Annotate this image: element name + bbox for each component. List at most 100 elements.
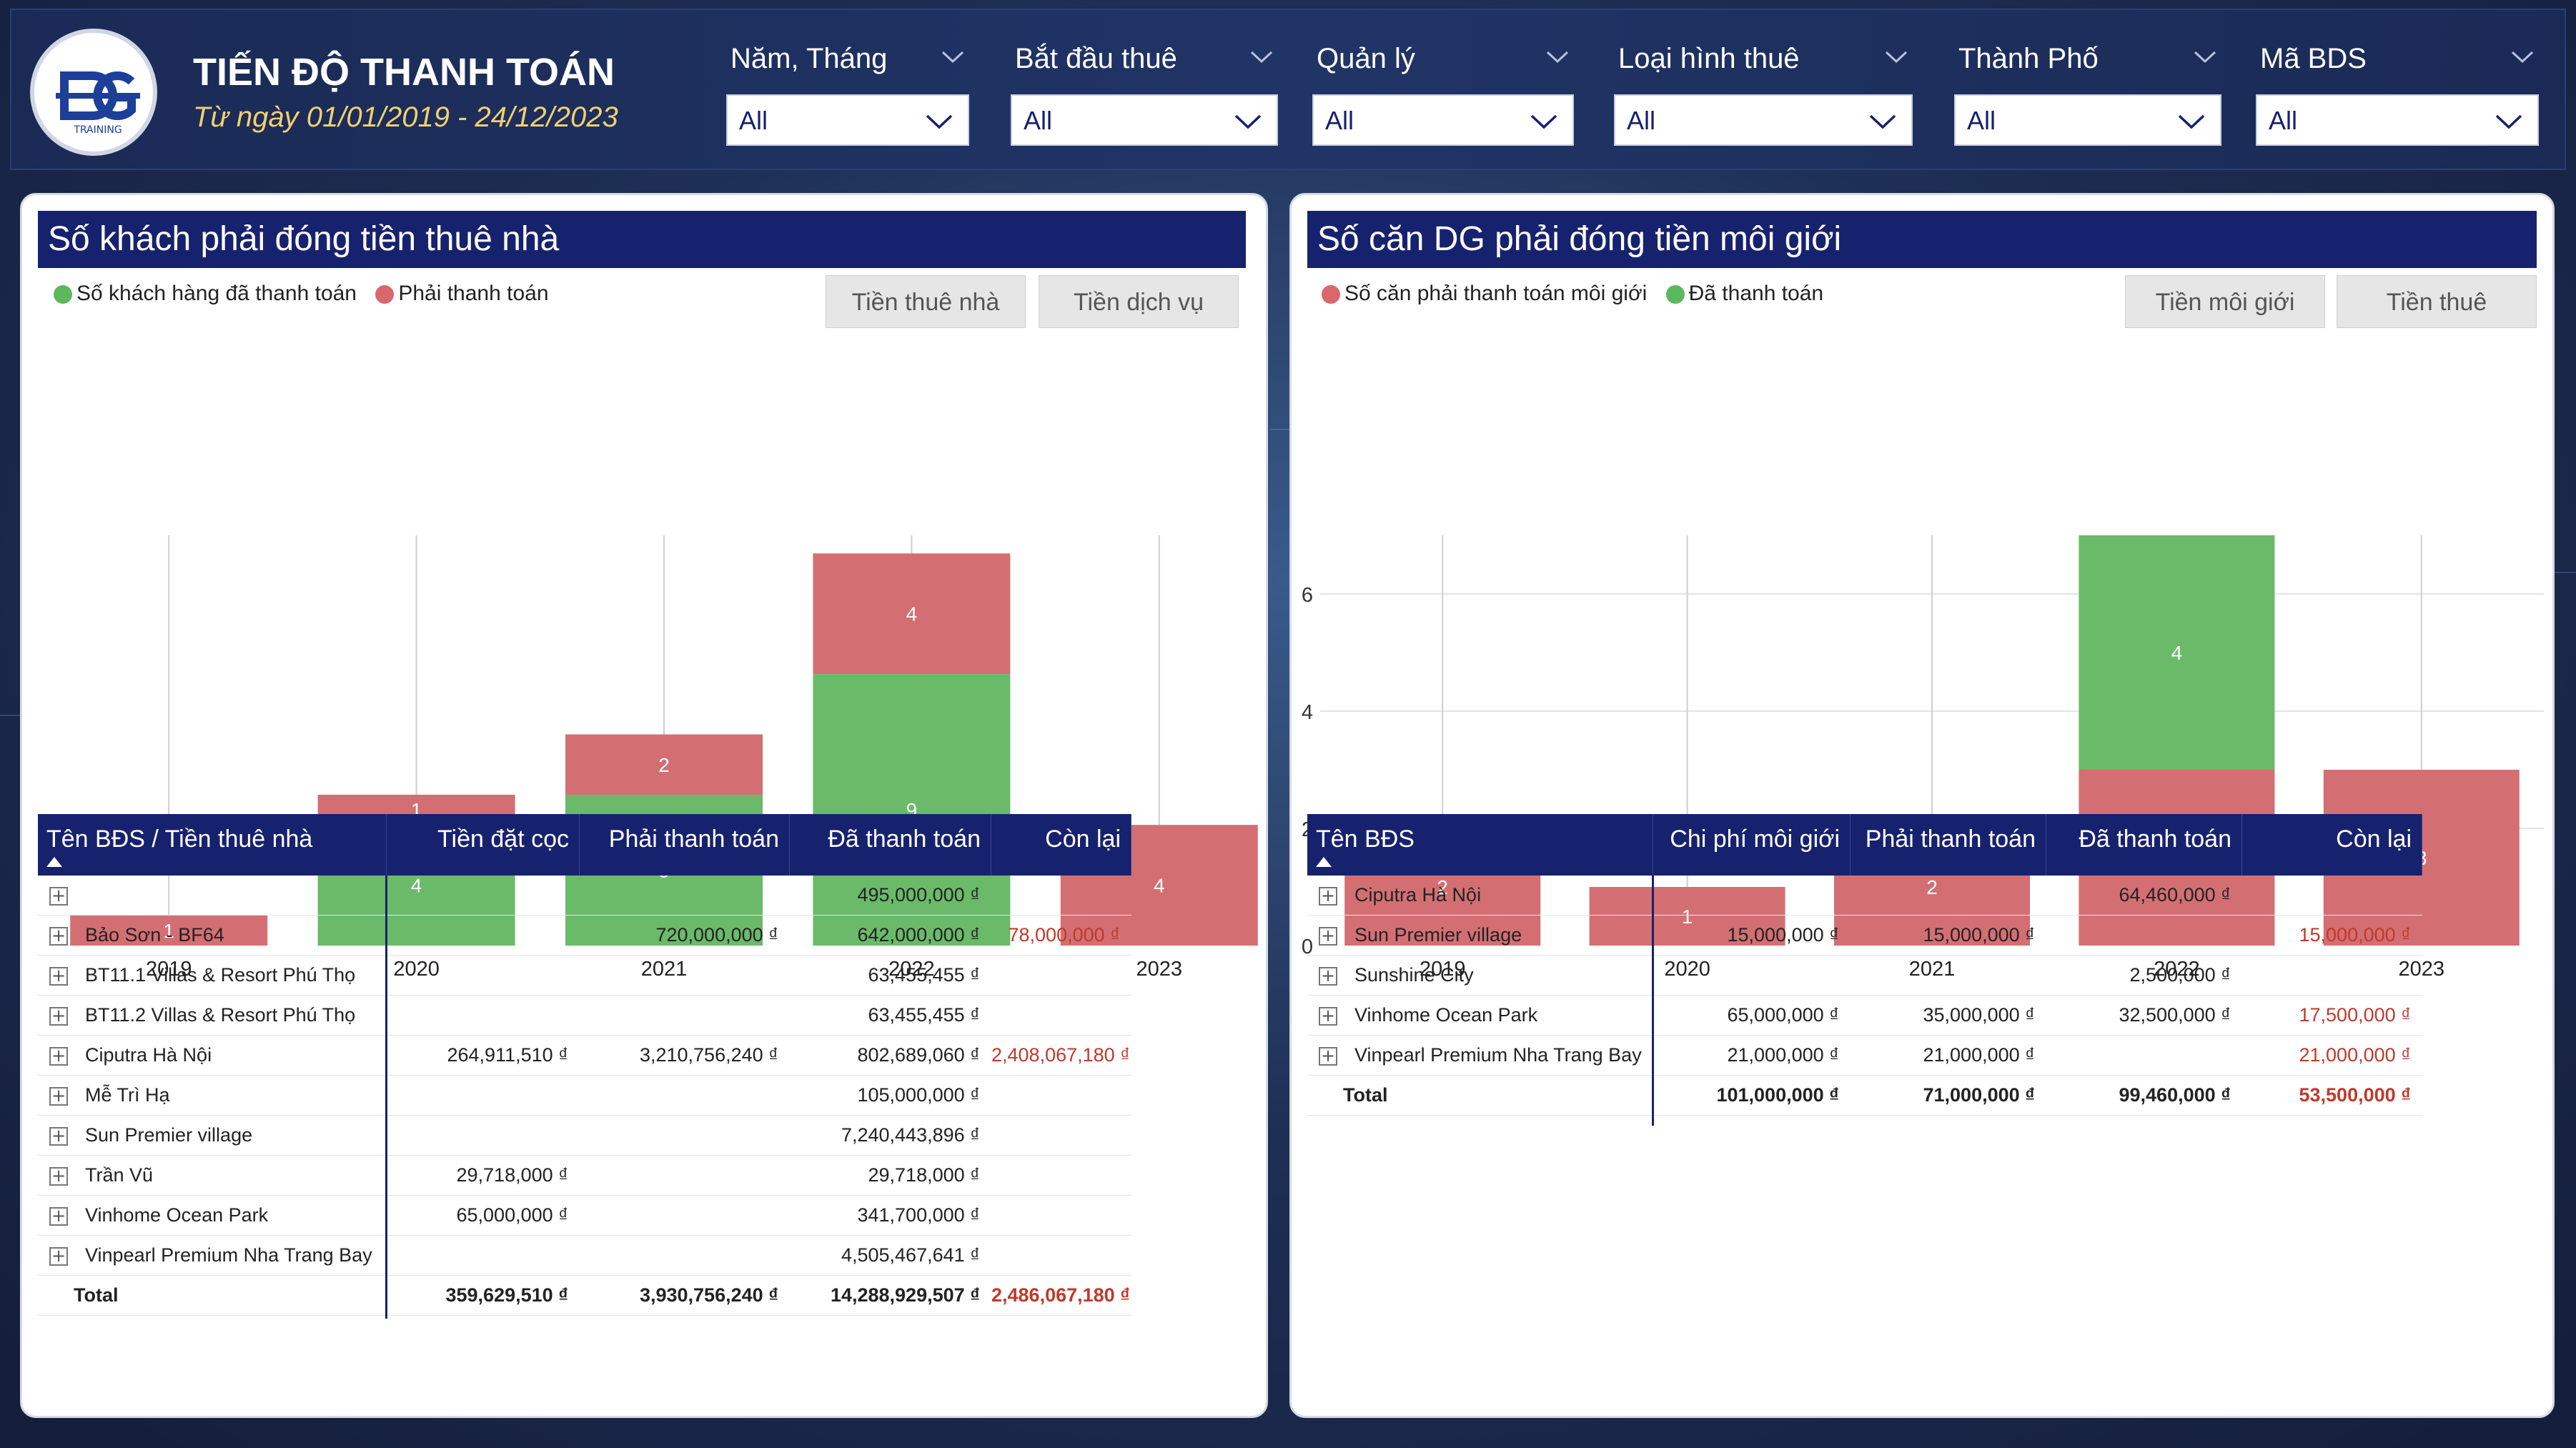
expand-plus-icon[interactable]: + — [49, 1007, 68, 1026]
expand-plus-icon[interactable]: + — [49, 887, 68, 906]
cell-property: Vinhome Ocean Park — [1354, 1004, 1538, 1026]
table-row[interactable]: +495,000,000 ₫ — [38, 876, 1131, 916]
expand-plus-icon[interactable]: + — [49, 1167, 68, 1186]
expand-plus-icon[interactable]: + — [49, 967, 68, 986]
column-header-paid[interactable]: Đã thanh toán — [790, 814, 991, 876]
y-tick-label: 6 — [1302, 584, 1313, 607]
cell-remaining: 2,486,067,180 ₫ — [991, 1284, 1131, 1306]
expand-plus-icon[interactable]: + — [49, 1087, 68, 1106]
legend-item-paid[interactable]: Số khách hàng đã thanh toán — [54, 282, 357, 306]
cell-paid: 32,500,000 ₫ — [2119, 1004, 2231, 1026]
filter-manager-dropdown[interactable]: All — [1312, 94, 1574, 146]
table-row[interactable]: + Ciputra Hà Nội 64,460,000 ₫ — [1307, 876, 2422, 916]
cell-property: Sun Premier village — [1354, 924, 1522, 946]
table-row[interactable]: + Sunshine City 2,500,000 ₫ — [1307, 956, 2422, 996]
filter-start-rent-dropdown[interactable]: All — [1011, 94, 1278, 146]
expand-plus-icon[interactable]: + — [1319, 1047, 1337, 1066]
header-bar: TRAINING TIẾN ĐỘ THANH TOÁN Từ ngày 01/0… — [10, 9, 2566, 170]
cell-remaining: 53,500,000 ₫ — [2299, 1084, 2412, 1106]
dg-logo-icon: TRAINING — [56, 71, 140, 136]
cell-property: Vinpearl Premium Nha Trang Bay — [85, 1244, 372, 1266]
header-label: Tên BĐS / Tiền thuê nhà — [46, 825, 313, 853]
expand-plus-icon[interactable]: + — [49, 1127, 68, 1146]
chevron-down-icon[interactable] — [2193, 50, 2217, 64]
cell-due: 720,000,000 ₫ — [655, 924, 778, 946]
legend-item-due[interactable]: Phải thanh toán — [375, 282, 549, 306]
cell-paid: 802,689,060 ₫ — [857, 1044, 980, 1066]
table-row[interactable]: + Trần Vũ 29,718,000 ₫ 29,718,000 ₫ — [38, 1156, 1131, 1196]
expand-plus-icon[interactable]: + — [1319, 967, 1337, 986]
filter-rent-type-dropdown[interactable]: All — [1614, 94, 1913, 146]
toggle-brokerage-button[interactable]: Tiền môi giới — [2125, 275, 2325, 328]
filter-value: All — [1024, 106, 1053, 135]
filter-year-month: Năm, Tháng All — [726, 39, 969, 146]
chevron-down-icon[interactable] — [1249, 50, 1274, 64]
expand-plus-icon[interactable]: + — [49, 927, 68, 946]
column-header-remaining[interactable]: Còn lại — [2242, 814, 2422, 876]
chevron-down-icon[interactable] — [2510, 50, 2535, 64]
toggle-service-button[interactable]: Tiền dịch vụ — [1039, 275, 1239, 328]
filter-label: Loại hình thuê — [1618, 43, 1800, 74]
table-total-row: Total 101,000,000 ₫ 71,000,000 ₫ 99,460,000… — [1307, 1076, 2422, 1116]
chevron-down-icon[interactable] — [1545, 50, 1570, 64]
panel-title: Số khách phải đóng tiền thuê nhà — [38, 211, 1246, 268]
table-row[interactable]: + BT11.1 Villas & Resort Phú Thọ 63,455,45… — [38, 956, 1131, 996]
filter-label: Năm, Tháng — [730, 43, 888, 74]
table-row[interactable]: + Vinhome Ocean Park 65,000,000 ₫ 35,000,00… — [1307, 996, 2422, 1036]
column-header-due[interactable]: Phải thanh toán — [580, 814, 790, 876]
filter-label: Mã BDS — [2260, 43, 2367, 74]
cell-due: 3,210,756,240 ₫ — [639, 1044, 778, 1066]
expand-plus-icon[interactable]: + — [1319, 1007, 1337, 1026]
cell-property: Total — [1343, 1084, 1388, 1106]
toggle-rent-button[interactable]: Tiền thuê — [2337, 275, 2537, 328]
cell-remaining: 17,500,000 ₫ — [2299, 1004, 2412, 1026]
expand-plus-icon[interactable]: + — [49, 1247, 68, 1266]
legend-item-due[interactable]: Số căn phải thanh toán môi giới — [1322, 282, 1647, 306]
rent-payment-panel: Số khách phải đóng tiền thuê nhà Số khác… — [20, 193, 1268, 1418]
column-divider — [1652, 876, 1654, 1126]
filter-city-dropdown[interactable]: All — [1954, 94, 2221, 146]
chevron-down-icon[interactable] — [941, 50, 965, 64]
cell-property: Vinhome Ocean Park — [85, 1204, 269, 1226]
column-header-property[interactable]: Tên BĐS / Tiền thuê nhà — [38, 814, 387, 876]
cell-paid: 29,718,000 ₫ — [868, 1164, 981, 1186]
chart-legend: Số khách hàng đã thanh toán Phải thanh t… — [54, 281, 562, 309]
table-row[interactable]: + Sun Premier village 7,240,443,896 ₫ — [38, 1116, 1131, 1156]
y-tick-label: 4 — [1302, 701, 1313, 724]
cell-paid: 63,455,455 ₫ — [868, 1004, 981, 1026]
table-header-row: Tên BĐS / Tiền thuê nhà Tiền đặt cọc Phả… — [38, 814, 1131, 876]
expand-plus-icon[interactable]: + — [49, 1207, 68, 1226]
table-row[interactable]: + Sun Premier village 15,000,000 ₫ 15,000,0… — [1307, 916, 2422, 956]
cell-property: Ciputra Hà Nội — [85, 1044, 212, 1066]
chevron-down-icon[interactable] — [1884, 50, 1908, 64]
filter-year-month-dropdown[interactable]: All — [726, 94, 969, 146]
legend-item-paid[interactable]: Đã thanh toán — [1665, 282, 1823, 306]
expand-plus-icon[interactable]: + — [49, 1047, 68, 1066]
cell-paid: 63,455,455 ₫ — [868, 964, 981, 986]
expand-plus-icon[interactable]: + — [1319, 887, 1337, 906]
column-header-due[interactable]: Phải thanh toán — [1851, 814, 2046, 876]
table-row[interactable]: + Mễ Trì Hạ 105,000,000 ₫ — [38, 1076, 1131, 1116]
table-row[interactable]: + Vinpearl Premium Nha Trang Bay 4,505,467… — [38, 1236, 1131, 1276]
filter-bds-code-dropdown[interactable]: All — [2256, 94, 2539, 146]
column-header-paid[interactable]: Đã thanh toán — [2046, 814, 2242, 876]
toggle-rent-button[interactable]: Tiền thuê nhà — [826, 275, 1026, 328]
column-header-remaining[interactable]: Còn lại — [991, 814, 1131, 876]
cell-paid: 642,000,000 ₫ — [857, 924, 980, 946]
cell-remaining: 15,000,000 ₫ — [2299, 924, 2412, 946]
table-total-row: Total 359,629,510 ₫ 3,930,756,240 ₫ 14,288,… — [38, 1276, 1131, 1316]
x-tick-label: 2023 — [1136, 958, 1183, 981]
table-row[interactable]: + Vinpearl Premium Nha Trang Bay 21,000,00… — [1307, 1036, 2422, 1076]
table-row[interactable]: + Ciputra Hà Nội 264,911,510 ₫ 3,210,756,24… — [38, 1036, 1131, 1076]
column-header-deposit[interactable]: Tiền đặt cọc — [387, 814, 580, 876]
column-header-brokerage-fee[interactable]: Chi phí môi giới — [1653, 814, 1851, 876]
table-row[interactable]: + Bảo Sơn - BF64 720,000,000 ₫ 642,000,000 … — [38, 916, 1131, 956]
filter-value: All — [739, 106, 768, 135]
cell-property: BT11.1 Villas & Resort Phú Thọ — [85, 964, 356, 986]
table-row[interactable]: + Vinhome Ocean Park 65,000,000 ₫ 341,700,0… — [38, 1196, 1131, 1236]
background-line — [0, 715, 21, 716]
column-header-property[interactable]: Tên BĐS — [1307, 814, 1653, 876]
expand-plus-icon[interactable]: + — [1319, 927, 1337, 946]
cell-paid: 99,460,000 ₫ — [2119, 1084, 2231, 1106]
table-row[interactable]: + BT11.2 Villas & Resort Phú Thọ 63,455,45… — [38, 996, 1131, 1036]
